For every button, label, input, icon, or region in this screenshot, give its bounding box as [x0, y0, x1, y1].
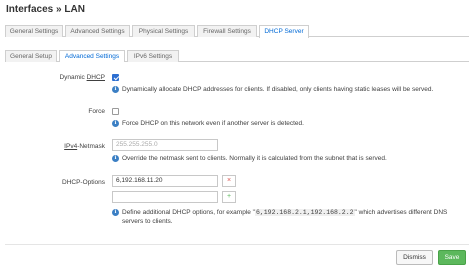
force-description: Force DHCP on this network even if anoth… — [122, 120, 304, 127]
tab-general-settings[interactable]: General Settings — [5, 25, 63, 37]
dynamic-dhcp-checkbox[interactable] — [112, 74, 119, 81]
example-code: 6,192.168.2.1,192.168.2.2 — [254, 209, 355, 216]
tab-general-setup[interactable]: General Setup — [5, 50, 57, 62]
save-button[interactable]: Save — [438, 250, 466, 265]
info-icon: i — [112, 86, 119, 93]
dynamic-dhcp-label: Dynamic DHCP — [59, 74, 105, 81]
netmask-input[interactable]: 255.255.255.0 — [112, 139, 218, 151]
force-label: Force — [88, 108, 105, 115]
sub-tabs: General Setup Advanced Settings IPv6 Set… — [5, 50, 469, 63]
dhcp-option-input[interactable]: 6,192.168.11.20 — [112, 175, 218, 187]
tab-advanced-settings[interactable]: Advanced Settings — [65, 25, 130, 37]
page-title: Interfaces » LAN — [6, 4, 85, 15]
dhcp-options-label: DHCP-Options — [62, 179, 105, 186]
dismiss-button[interactable]: Dismiss — [396, 250, 433, 265]
netmask-label: IPv4-Netmask — [64, 143, 105, 150]
new-dhcp-option-input[interactable] — [112, 191, 218, 203]
netmask-description: Override the netmask sent to clients. No… — [122, 155, 387, 162]
dynamic-dhcp-description: Dynamically allocate DHCP addresses for … — [122, 86, 434, 93]
info-icon: i — [112, 155, 119, 162]
info-icon: i — [112, 120, 119, 127]
info-icon: i — [112, 209, 119, 216]
tab-firewall-settings[interactable]: Firewall Settings — [197, 25, 257, 37]
settings-panel: Dynamic DHCP i Dynamically allocate DHCP… — [5, 62, 469, 252]
tab-dhcp-server[interactable]: DHCP Server — [259, 25, 309, 38]
modal-footer: Dismiss Save — [5, 244, 469, 271]
add-option-button[interactable]: + — [222, 191, 236, 203]
force-checkbox[interactable] — [112, 108, 119, 115]
tab-ipv6-settings[interactable]: IPv6 Settings — [127, 50, 179, 62]
dhcp-options-description: Define additional DHCP options, for exam… — [122, 209, 448, 216]
remove-option-button[interactable]: × — [222, 175, 236, 187]
main-tabs: General Settings Advanced Settings Physi… — [5, 25, 469, 38]
dhcp-options-description-line2: servers to clients. — [122, 218, 173, 225]
tab-physical-settings[interactable]: Physical Settings — [132, 25, 195, 37]
